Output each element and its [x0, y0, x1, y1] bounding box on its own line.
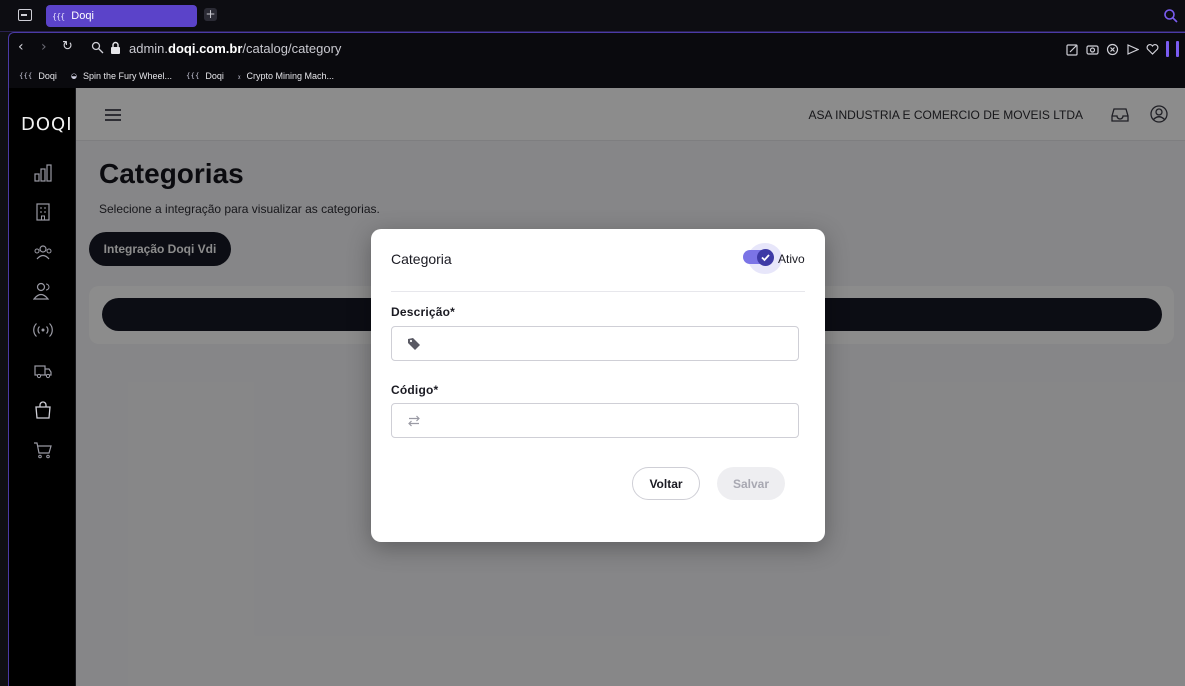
search-icon[interactable] [1163, 8, 1179, 24]
site-settings-icon[interactable] [91, 41, 104, 54]
new-tab-button[interactable]: + [204, 8, 217, 21]
send-icon[interactable] [1126, 43, 1139, 56]
back-icon[interactable]: ‹ [18, 39, 24, 55]
bookmark-item[interactable]: ᵪ Crypto Mining Mach... [238, 71, 334, 81]
address-bar-row: ‹ › ↻ admin.doqi.com.br/catalog/category [8, 32, 1185, 64]
camera-icon[interactable] [1086, 43, 1099, 56]
save-button[interactable]: Salvar [717, 467, 785, 500]
description-input[interactable] [428, 334, 788, 354]
code-field[interactable] [391, 403, 799, 438]
close-circle-icon[interactable] [1106, 43, 1119, 56]
modal-divider [391, 291, 805, 292]
building-icon[interactable] [33, 202, 53, 222]
heart-icon[interactable] [1146, 43, 1159, 56]
extension-icons [1066, 41, 1179, 57]
tag-icon [408, 338, 420, 350]
cart-icon[interactable] [33, 440, 53, 460]
code-input[interactable] [428, 411, 788, 431]
doqi-favicon-icon: {{{ [52, 11, 65, 21]
extension-bar-icon[interactable] [1166, 41, 1169, 57]
forward-icon[interactable]: › [41, 39, 47, 55]
back-button[interactable]: Voltar [632, 467, 700, 500]
check-icon [761, 254, 770, 262]
edit-icon[interactable] [1066, 43, 1079, 56]
swap-arrows-icon [408, 415, 420, 427]
sidebar-toggle-icon[interactable] [18, 9, 32, 21]
tab-doqi[interactable]: {{{ Doqi [46, 5, 197, 27]
wheel-favicon-icon: ◒ [70, 72, 77, 80]
doqi-favicon-icon: {{{ [19, 72, 33, 80]
bookmark-item[interactable]: ◒ Spin the Fury Wheel... [71, 71, 172, 81]
reload-icon[interactable]: ↻ [62, 39, 73, 54]
extension-bar-icon[interactable] [1176, 41, 1179, 57]
app-sidebar: DOQI [9, 88, 76, 686]
bookmark-item[interactable]: {{{Doqi [19, 71, 57, 81]
url-field[interactable]: admin.doqi.com.br/catalog/category [129, 41, 341, 56]
users-group-icon[interactable] [33, 242, 53, 262]
bar-chart-icon[interactable] [33, 163, 53, 183]
lock-icon [111, 41, 120, 54]
active-toggle-label: Ativo [778, 252, 805, 266]
active-toggle-knob[interactable] [757, 249, 774, 266]
broadcast-icon[interactable] [33, 320, 53, 340]
users-icon[interactable] [33, 281, 53, 301]
crypto-favicon-icon: ᵪ [237, 72, 241, 80]
bookmarks-bar: {{{Doqi ◒ Spin the Fury Wheel... {{{Doqi … [8, 64, 1185, 88]
bookmark-item[interactable]: {{{Doqi [186, 71, 224, 81]
tab-strip: {{{ Doqi + [0, 0, 1185, 32]
code-label: Código* [391, 383, 439, 397]
shopping-bag-icon[interactable] [33, 400, 53, 420]
browser-window: {{{ Doqi + ‹ › ↻ admin.doqi.com.br/catal… [0, 0, 1185, 686]
doqi-logo[interactable]: DOQI [21, 114, 73, 135]
modal-title: Categoria [391, 251, 452, 267]
category-modal: Categoria Ativo Descrição* Código* Volta… [371, 229, 825, 542]
truck-icon[interactable] [33, 361, 53, 381]
tab-title: Doqi [71, 10, 94, 22]
description-field[interactable] [391, 326, 799, 361]
description-label: Descrição* [391, 305, 456, 319]
doqi-favicon-icon: {{{ [186, 72, 200, 80]
